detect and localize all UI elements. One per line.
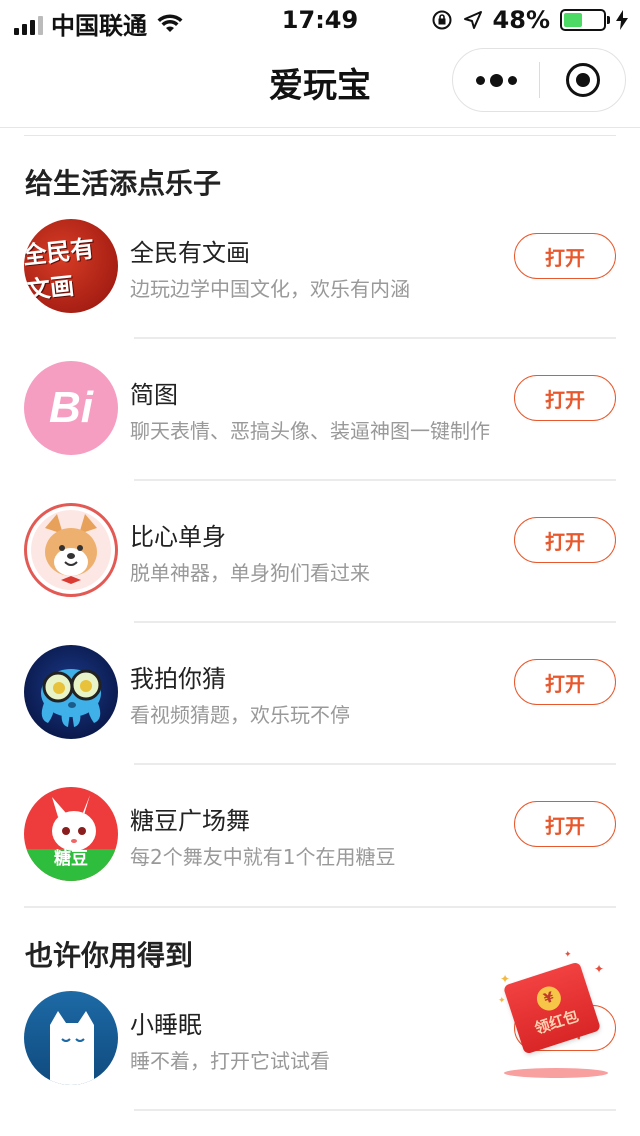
- app-name: 简图: [130, 381, 178, 409]
- charging-bolt-icon: [616, 10, 628, 30]
- divider: [134, 337, 616, 339]
- open-button[interactable]: 打开: [514, 659, 616, 705]
- open-button[interactable]: 打开: [514, 517, 616, 563]
- orientation-lock-icon: [432, 10, 452, 30]
- battery-percent: 48%: [492, 6, 550, 34]
- divider: [134, 479, 616, 481]
- app-icon-octopus: [24, 645, 118, 739]
- app-name: 我拍你猜: [130, 665, 226, 693]
- mini-program-capsule: [452, 48, 626, 112]
- red-packet-icon: ¥ 领红包: [502, 961, 602, 1055]
- list-item-app[interactable]: 比心单身 脱单神器，单身狗们看过来 打开: [0, 503, 640, 645]
- app-desc: 脱单神器，单身狗们看过来: [130, 561, 370, 585]
- list-item-app[interactable]: 全民有文画 全民有文画 边玩边学中国文化，欢乐有内涵 打开: [0, 219, 640, 361]
- list-item-app[interactable]: Bi 简图 聊天表情、恶搞头像、装逼神图一键制作 打开: [0, 361, 640, 503]
- app-icon-sleep-cat: [24, 991, 118, 1085]
- nav-bar: 爱玩宝: [0, 40, 640, 128]
- location-arrow-icon: [463, 11, 482, 29]
- app-desc: 看视频猜题，欢乐玩不停: [130, 703, 350, 727]
- app-icon-culture: 全民有文画: [24, 219, 118, 313]
- open-button[interactable]: 打开: [514, 375, 616, 421]
- app-desc: 睡不着，打开它试试看: [130, 1049, 330, 1073]
- app-icon-shiba-dog: [24, 503, 118, 597]
- app-icon-tangdou: 糖豆: [24, 787, 118, 881]
- battery-icon: [560, 9, 610, 31]
- target-close-icon[interactable]: [540, 49, 625, 111]
- app-desc: 聊天表情、恶搞头像、装逼神图一键制作: [130, 419, 490, 443]
- section-title-useful: 也许你用得到: [25, 939, 194, 972]
- open-button[interactable]: 打开: [514, 233, 616, 279]
- more-dots-icon[interactable]: [453, 49, 539, 111]
- section-title-fun: 给生活添点乐子: [25, 167, 222, 200]
- app-name: 全民有文画: [130, 239, 250, 267]
- red-packet-button[interactable]: ✦ ✦ ✦ ✦ ¥ 领红包: [498, 950, 618, 1084]
- divider: [134, 763, 616, 765]
- app-name: 糖豆广场舞: [130, 807, 250, 835]
- section-divider: [24, 906, 616, 908]
- app-name: 小睡眠: [130, 1011, 202, 1039]
- divider: [134, 621, 616, 623]
- red-packet-shadow: [504, 1068, 608, 1078]
- app-name: 比心单身: [130, 523, 226, 551]
- status-bar: 中国联通 17:49 48%: [0, 0, 640, 40]
- list-item-app[interactable]: 我拍你猜 看视频猜题，欢乐玩不停 打开: [0, 645, 640, 787]
- open-button[interactable]: 打开: [514, 801, 616, 847]
- app-desc: 边玩边学中国文化，欢乐有内涵: [130, 277, 410, 301]
- divider: [134, 1109, 616, 1111]
- app-icon-bi: Bi: [24, 361, 118, 455]
- top-divider: [24, 135, 616, 136]
- app-desc: 每2个舞友中就有1个在用糖豆: [130, 845, 396, 869]
